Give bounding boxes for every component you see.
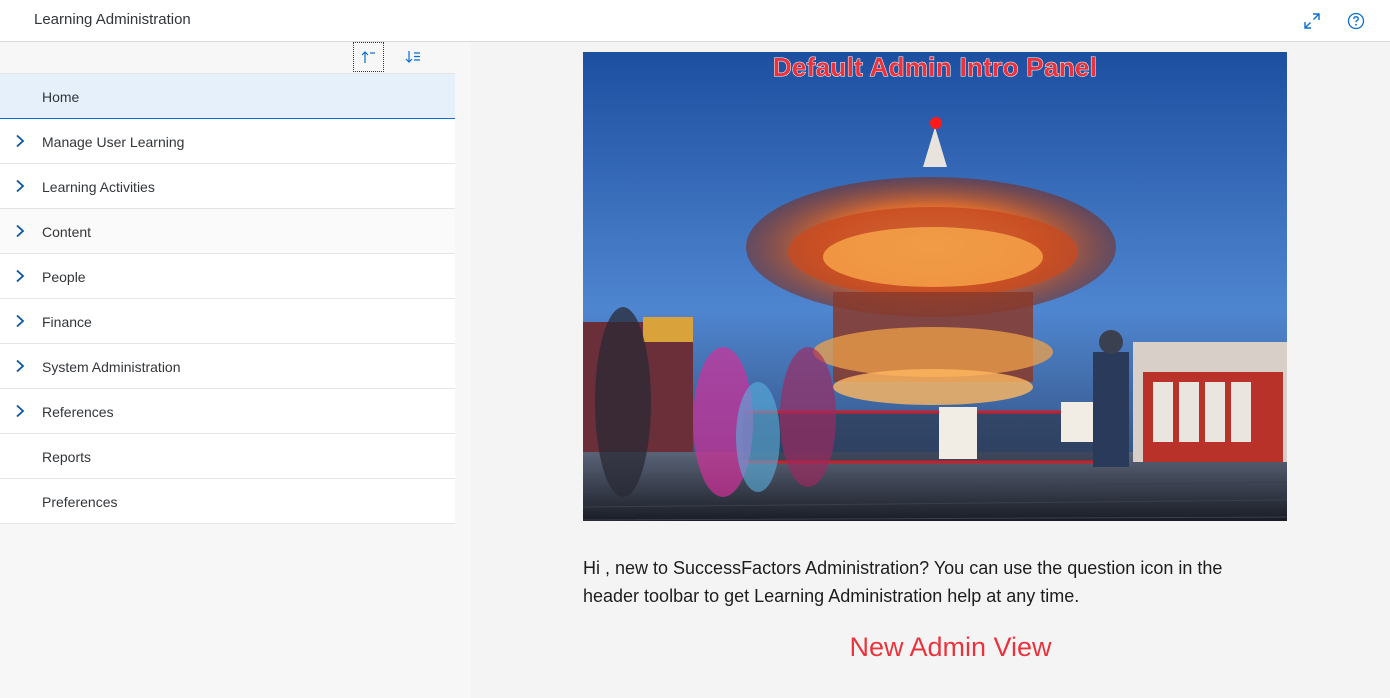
- sidebar-item-label: Learning Activities: [42, 179, 155, 195]
- admin-view-annotation: New Admin View: [849, 632, 1052, 663]
- sidebar-item-references[interactable]: References: [0, 389, 455, 434]
- help-button[interactable]: [1344, 9, 1368, 33]
- sidebar-item-preferences[interactable]: Preferences: [0, 479, 455, 524]
- sidebar-item-label: System Administration: [42, 359, 181, 375]
- carousel-photo: [583, 52, 1287, 521]
- sidebar-item-content[interactable]: Content: [0, 209, 455, 254]
- sidebar-item-label: Reports: [42, 449, 92, 465]
- sidebar-item-label: Finance: [42, 314, 92, 330]
- sidebar-item-label: People: [42, 269, 86, 285]
- chevron-right-icon[interactable]: [13, 179, 27, 193]
- nav-list: Home Manage User Learning Learning Activ…: [0, 74, 455, 524]
- shell-header: Learning Administration: [0, 0, 1390, 42]
- sidebar-item-home[interactable]: Home: [0, 74, 455, 119]
- sidebar-item-learning-activities[interactable]: Learning Activities: [0, 164, 455, 209]
- sidebar-item-reports[interactable]: Reports: [0, 434, 455, 479]
- chevron-right-icon[interactable]: [13, 314, 27, 328]
- app-title: Learning Administration: [34, 11, 191, 28]
- sidebar-item-system-administration[interactable]: System Administration: [0, 344, 455, 389]
- sidebar-toolbar: [0, 42, 455, 74]
- sort-descending-icon: [405, 51, 420, 63]
- sidebar-item-people[interactable]: People: [0, 254, 455, 299]
- intro-image: Default Admin Intro Panel: [583, 52, 1287, 521]
- sidebar: Home Manage User Learning Learning Activ…: [0, 42, 455, 698]
- chevron-right-icon[interactable]: [13, 269, 27, 283]
- sort-descending-button[interactable]: [397, 42, 428, 72]
- sidebar-item-finance[interactable]: Finance: [0, 299, 455, 344]
- expand-button[interactable]: [1300, 9, 1324, 33]
- sidebar-item-label: Preferences: [42, 494, 118, 510]
- help-icon: [1347, 12, 1365, 30]
- expand-icon: [1304, 13, 1320, 29]
- sidebar-item-label: Content: [42, 224, 92, 240]
- chevron-right-icon[interactable]: [13, 404, 27, 418]
- sort-ascending-button[interactable]: [353, 42, 384, 72]
- intro-message: Hi , new to SuccessFactors Administratio…: [583, 558, 1223, 606]
- sidebar-item-label: References: [42, 404, 114, 420]
- chevron-right-icon[interactable]: [13, 359, 27, 373]
- sidebar-item-label: Manage User Learning: [42, 134, 185, 150]
- sidebar-item-label: Home: [42, 89, 80, 105]
- sidebar-item-manage-user-learning[interactable]: Manage User Learning: [0, 119, 455, 164]
- sort-ascending-icon: [361, 51, 375, 63]
- main-content: Default Admin Intro Panel Hi , new to Su…: [471, 42, 1390, 698]
- chevron-right-icon[interactable]: [13, 134, 27, 148]
- chevron-right-icon[interactable]: [13, 224, 27, 238]
- panel-caption: Default Admin Intro Panel: [772, 52, 1098, 83]
